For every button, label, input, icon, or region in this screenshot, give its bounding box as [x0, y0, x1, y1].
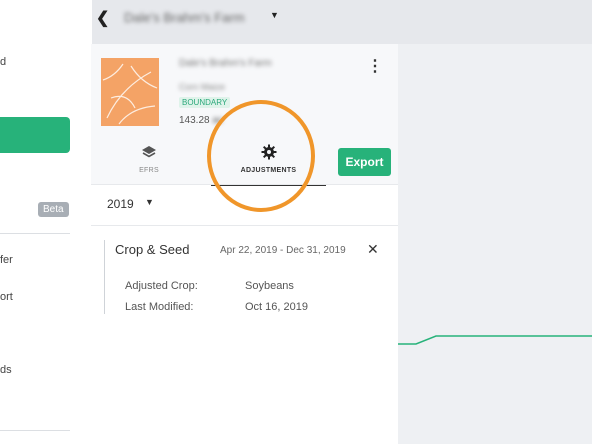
field-boundary-thumbnail: [101, 58, 159, 126]
sidebar-item-2[interactable]: fer: [0, 254, 13, 266]
acreage-value: 143.28: [179, 115, 210, 126]
boundary-tag: BOUNDARY: [179, 97, 231, 108]
adjustment-date-range: Apr 22, 2019 - Dec 31, 2019: [220, 245, 346, 256]
farm-title[interactable]: Dale's Brahm's Farm: [124, 10, 245, 25]
highlight-circle: [207, 100, 315, 212]
sidebar: d Beta fer ort ds: [0, 0, 92, 444]
adjusted-crop-value: Soybeans: [245, 280, 294, 292]
timeline-line: [398, 335, 592, 345]
chevron-left-icon[interactable]: ❮: [96, 8, 109, 28]
layers-icon: [142, 146, 156, 158]
caret-down-icon[interactable]: ▼: [145, 197, 154, 207]
beta-badge: Beta: [38, 202, 69, 217]
last-modified-value: Oct 16, 2019: [245, 301, 308, 313]
tab-efrs[interactable]: EFRS: [129, 144, 169, 184]
adjusted-crop-label: Adjusted Crop:: [125, 280, 198, 292]
sidebar-item-4[interactable]: ds: [0, 364, 12, 376]
tab-efrs-label: EFRS: [139, 167, 159, 174]
close-icon[interactable]: ✕: [367, 241, 379, 258]
top-bar: ❮ Dale's Brahm's Farm ▼: [92, 0, 592, 40]
year-value: 2019: [107, 197, 134, 211]
field-name: Dale's Brahm's Farm: [179, 58, 272, 69]
adjustment-title: Crop & Seed: [115, 242, 190, 257]
export-button[interactable]: Export: [338, 148, 391, 176]
last-modified-label: Last Modified:: [125, 301, 194, 313]
timeline-chart: [398, 335, 592, 345]
adjustment-card[interactable]: Crop & Seed Apr 22, 2019 - Dec 31, 2019 …: [104, 240, 388, 314]
sidebar-item-1[interactable]: d: [0, 56, 6, 68]
field-subtitle: Corn Maize: [179, 82, 226, 92]
kebab-menu-icon[interactable]: ⋮: [367, 56, 383, 76]
sidebar-divider: [0, 233, 70, 234]
caret-down-icon[interactable]: ▼: [270, 10, 279, 20]
sidebar-item-3[interactable]: ort: [0, 291, 13, 303]
sidebar-primary-button[interactable]: [0, 117, 70, 153]
sidebar-divider: [0, 430, 70, 431]
